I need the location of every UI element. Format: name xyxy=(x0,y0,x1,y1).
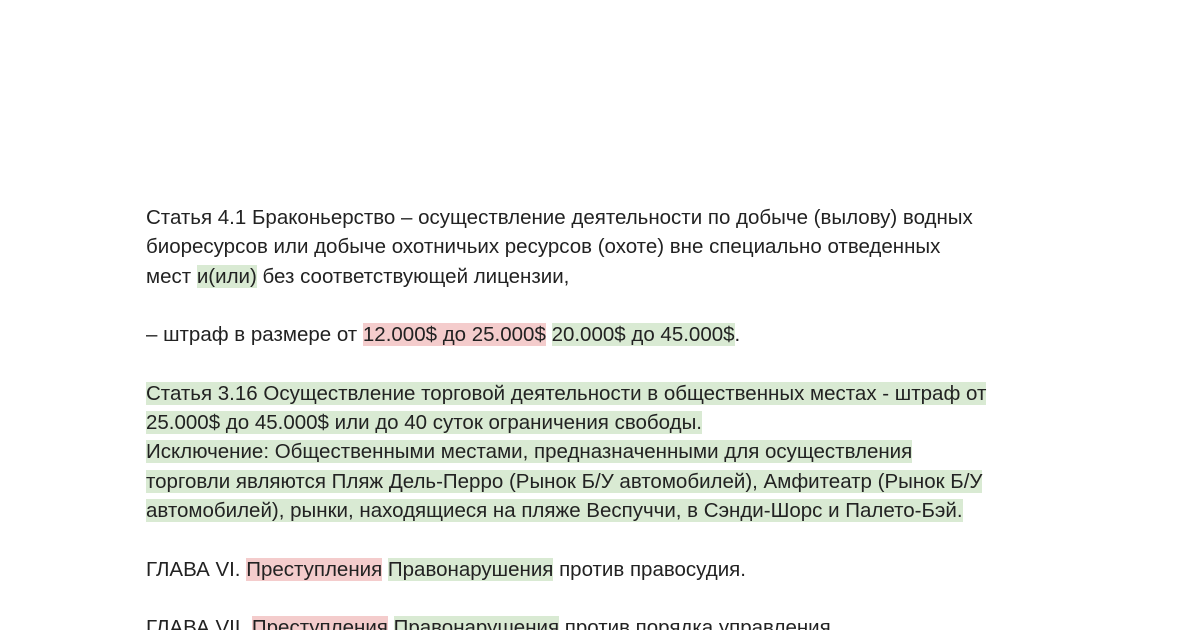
chapter-6-heading: ГЛАВА VI. Преступления Правонарушения пр… xyxy=(146,555,1066,584)
added-text-highlight: и(или) xyxy=(196,264,257,288)
article-4-1-text: мест xyxy=(146,264,197,288)
removed-word-highlight: Преступления xyxy=(251,616,388,630)
article-4-1-text-end: без соответствующей лицензии, xyxy=(256,264,570,288)
document-page: Статья 4.1 Браконьерство – осуществление… xyxy=(0,0,1200,630)
chapter-7-heading: ГЛАВА VII. Преступления Правонарушения п… xyxy=(146,613,1066,630)
added-word-highlight: Правонарушения xyxy=(387,557,554,581)
exception-line-3: автомобилей), рынки, находящиеся на пляж… xyxy=(146,496,1066,525)
added-text-highlight: Статья 3.16 Осуществление торговой деяте… xyxy=(146,381,987,405)
fine-prefix: – штраф в размере от xyxy=(146,323,363,347)
added-text-highlight: 25.000$ до 45.000$ или до 40 суток огран… xyxy=(146,411,702,435)
article-3-16-line-1: Статья 3.16 Осуществление торговой деяте… xyxy=(146,379,1066,408)
added-text-highlight: торговли являются Пляж Дель-Перро (Рынок… xyxy=(146,469,983,493)
removed-word-highlight: Преступления xyxy=(246,557,383,581)
article-4-1-line-3: мест и(или) без соответствующей лицензии… xyxy=(146,262,1066,291)
removed-amount-highlight: 12.000$ до 25.000$ xyxy=(362,323,546,347)
exception-line-1: Исключение: Общественными местами, предн… xyxy=(146,437,1066,466)
article-4-1-line-2: биоресурсов или добыче охотничьих ресурс… xyxy=(146,235,941,259)
added-text-highlight: Исключение: Общественными местами, предн… xyxy=(146,440,913,464)
fine-suffix: . xyxy=(734,323,741,347)
document-body: Статья 4.1 Браконьерство – осуществление… xyxy=(146,203,1066,630)
chapter-7-prefix: ГЛАВА VII. xyxy=(146,616,252,630)
article-3-16-line-2: 25.000$ до 45.000$ или до 40 суток огран… xyxy=(146,408,1066,437)
added-amount-highlight: 20.000$ до 45.000$ xyxy=(551,323,735,347)
added-word-highlight: Правонарушения xyxy=(393,616,560,630)
chapter-6-prefix: ГЛАВА VI. xyxy=(146,557,247,581)
article-4-1-line-1: Статья 4.1 Браконьерство – осуществление… xyxy=(146,206,973,229)
exception-line-2: торговли являются Пляж Дель-Перро (Рынок… xyxy=(146,467,1066,496)
chapter-6-suffix: против правосудия. xyxy=(553,557,746,581)
chapter-7-suffix: против порядка управления. xyxy=(559,616,837,630)
added-text-highlight: автомобилей), рынки, находящиеся на пляж… xyxy=(146,498,963,522)
fine-line: – штраф в размере от 12.000$ до 25.000$ … xyxy=(146,320,1066,349)
